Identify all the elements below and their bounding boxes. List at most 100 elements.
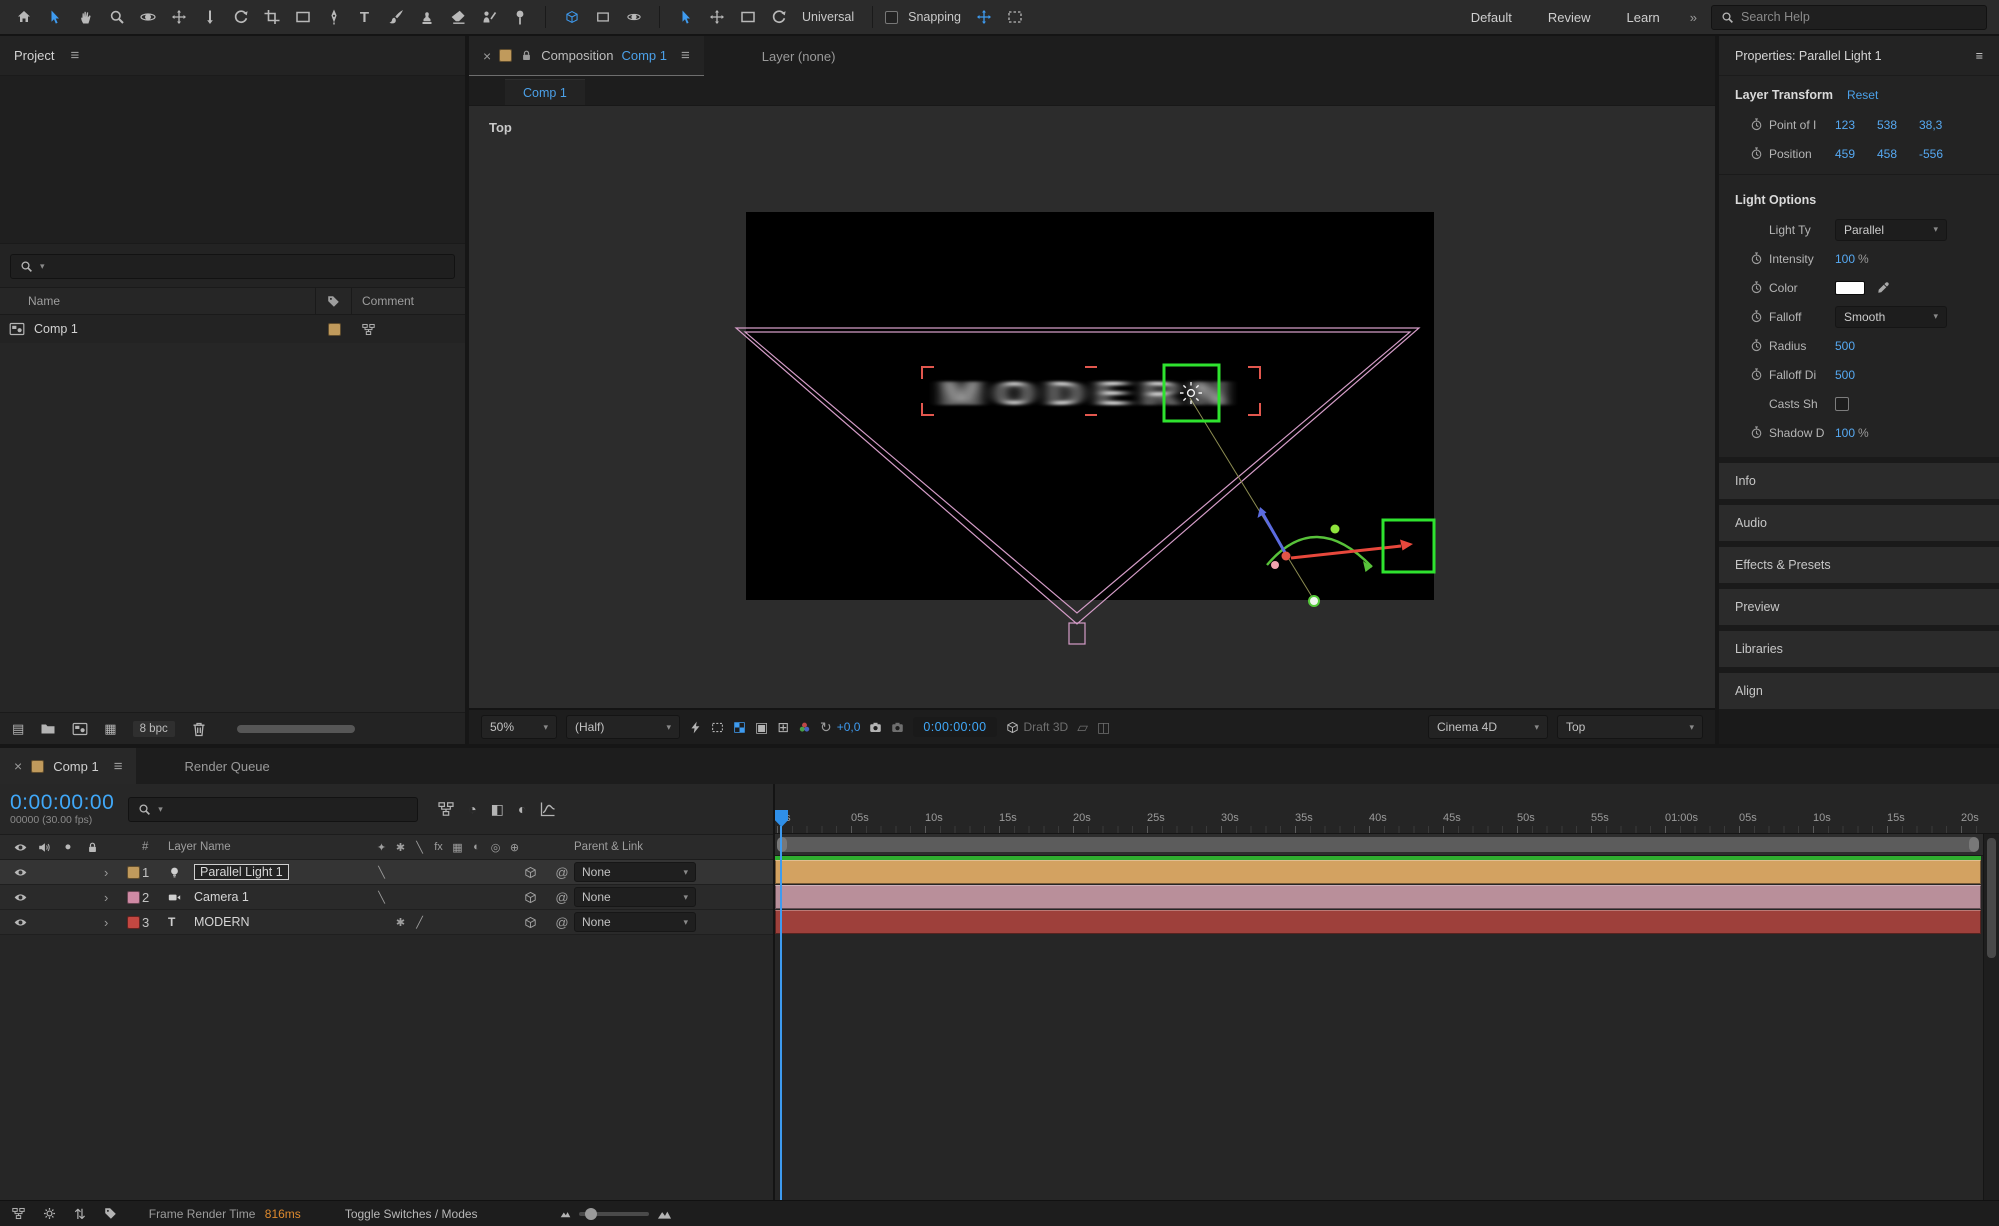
quality-switch-icon[interactable]: ╲ <box>410 841 429 854</box>
dolly-camera-tool[interactable] <box>196 4 223 30</box>
toggle-switches-modes-button[interactable]: Toggle Switches / Modes <box>345 1207 478 1221</box>
grid-guides-icon[interactable]: ⊞ <box>777 720 789 734</box>
workspace-learn[interactable]: Learn <box>1611 10 1676 25</box>
zoom-in-icon[interactable] <box>657 1206 672 1221</box>
column-name[interactable]: Name <box>0 288 316 314</box>
new-folder-icon[interactable] <box>40 721 56 737</box>
eye-icon[interactable] <box>8 916 32 929</box>
parent-dropdown[interactable]: None▾ <box>574 887 696 907</box>
expand-arrow-icon[interactable]: › <box>104 865 124 880</box>
time-ruler[interactable]: 0s 05s 10s 15s 20s 25s 30s 35s 40s 45s 5… <box>775 784 1999 834</box>
label-color-chip[interactable] <box>328 323 341 336</box>
roto-brush-tool[interactable] <box>475 4 502 30</box>
panel-menu-icon[interactable]: ≡ <box>681 47 690 64</box>
pickwhip-icon[interactable]: @ <box>550 865 574 880</box>
brush-tool[interactable] <box>382 4 409 30</box>
stopwatch-icon[interactable] <box>1743 281 1769 294</box>
current-time-block[interactable]: 0:00:00:00 00000 (30.00 fps) <box>10 792 114 826</box>
frame-blend-switch-icon[interactable]: ▦ <box>448 841 467 854</box>
quality-switch-icon[interactable]: ╲ <box>372 891 391 904</box>
search-caret-icon[interactable]: ▾ <box>40 261 45 272</box>
mask-visibility-icon[interactable]: ▣ <box>755 720 768 734</box>
pickwhip-icon[interactable]: @ <box>550 890 574 905</box>
exposure-value[interactable]: +0,0 <box>837 720 861 734</box>
reset-link[interactable]: Reset <box>1847 88 1878 102</box>
tab-project[interactable]: Project <box>14 48 54 63</box>
gear-icon[interactable] <box>43 1207 56 1220</box>
eye-icon[interactable] <box>8 891 32 904</box>
label-icon[interactable] <box>104 1207 117 1220</box>
current-time-display[interactable]: 0:00:00:00 <box>10 792 114 814</box>
rectangle-tool[interactable] <box>289 4 316 30</box>
help-search-input[interactable] <box>1741 10 1977 24</box>
solo-column-icon[interactable]: ● <box>56 841 80 854</box>
threed-cube-icon[interactable] <box>524 916 550 929</box>
panel-menu-icon[interactable]: ≡ <box>70 47 79 64</box>
label-color-chip[interactable] <box>127 891 140 904</box>
effects-switch-icon[interactable]: ✱ <box>391 916 410 929</box>
label-color-chip[interactable] <box>127 916 140 929</box>
gizmo-scale-button[interactable] <box>734 4 761 30</box>
region-of-interest-icon[interactable] <box>711 721 724 734</box>
column-number[interactable]: # <box>142 841 168 853</box>
time-navigator[interactable] <box>775 834 1999 856</box>
extended-viewer-icon[interactable]: ◫ <box>1097 720 1110 734</box>
label-color-chip[interactable] <box>127 866 140 879</box>
layer-name[interactable]: MODERN <box>194 915 372 929</box>
rotation-tool[interactable] <box>227 4 254 30</box>
magnification-dropdown[interactable]: 50%▾ <box>481 715 557 739</box>
clone-stamp-tool[interactable] <box>413 4 440 30</box>
project-item-row[interactable]: Comp 1 <box>0 315 465 343</box>
column-parent-link[interactable]: Parent & Link <box>574 841 702 853</box>
threed-cube-icon[interactable] <box>524 866 550 879</box>
trash-icon[interactable] <box>191 721 207 737</box>
shy-layers-icon[interactable]: ◔ <box>468 801 476 817</box>
zoom-out-icon[interactable] <box>560 1208 571 1219</box>
tab-composition[interactable]: × Composition Comp 1 ≡ <box>469 36 704 76</box>
graph-editor-icon[interactable] <box>540 801 556 817</box>
light-type-dropdown[interactable]: Parallel▾ <box>1835 219 1947 241</box>
playhead[interactable] <box>775 784 791 1200</box>
render-network-icon[interactable] <box>12 1207 25 1220</box>
gizmo-universal-button[interactable] <box>672 4 699 30</box>
threed-cube-icon[interactable] <box>524 891 550 904</box>
layer-duration-bar[interactable] <box>775 910 1981 934</box>
home-tool[interactable] <box>10 4 37 30</box>
orbit-camera-tool[interactable] <box>134 4 161 30</box>
workspace-review[interactable]: Review <box>1532 10 1607 25</box>
timeline-search-field[interactable]: ▾ <box>128 797 418 822</box>
stopwatch-icon[interactable] <box>1743 339 1769 352</box>
list-view-icon[interactable]: ▤ <box>12 721 24 737</box>
value-y[interactable]: 458 <box>1877 147 1919 161</box>
grid-view-icon[interactable]: ▦ <box>104 721 116 737</box>
viewer-tab-comp1[interactable]: Comp 1 <box>505 79 585 105</box>
layer-name[interactable]: Camera 1 <box>194 890 372 904</box>
adjustment-switch-icon[interactable]: ◎ <box>486 841 505 854</box>
playhead-head[interactable] <box>775 810 788 827</box>
switch-columns-icon[interactable]: ⇅ <box>74 1207 86 1221</box>
label-column-icon[interactable] <box>316 288 352 314</box>
snap-3d-button[interactable] <box>1002 4 1029 30</box>
stopwatch-icon[interactable] <box>1743 118 1769 131</box>
tab-render-queue[interactable]: Render Queue <box>172 748 281 784</box>
layer-row[interactable]: › 2 Camera 1 ╲ @ None▾ <box>0 885 773 910</box>
hand-tool[interactable] <box>72 4 99 30</box>
transparency-grid-icon[interactable] <box>733 721 746 734</box>
axis-mode-local-button[interactable] <box>558 4 585 30</box>
falloff-distance-value[interactable]: 500 <box>1835 368 1877 382</box>
expand-arrow-icon[interactable]: › <box>104 890 124 905</box>
snapping-checkbox[interactable] <box>885 11 898 24</box>
time-navigator-bar[interactable] <box>777 837 1979 852</box>
close-icon[interactable]: × <box>483 48 491 64</box>
exposure-control[interactable]: ↻ +0,0 <box>820 720 860 734</box>
new-composition-icon[interactable] <box>72 721 88 737</box>
eye-icon[interactable] <box>8 866 32 879</box>
pickwhip-icon[interactable]: @ <box>550 915 574 930</box>
panel-tab-align[interactable]: Align <box>1719 673 1999 709</box>
panel-tab-preview[interactable]: Preview <box>1719 589 1999 625</box>
stopwatch-icon[interactable] <box>1743 368 1769 381</box>
collapse-switch-icon[interactable]: ✦ <box>372 841 391 854</box>
zoom-slider[interactable] <box>579 1212 649 1216</box>
panel-tab-libraries[interactable]: Libraries <box>1719 631 1999 667</box>
parent-dropdown[interactable]: None▾ <box>574 862 696 882</box>
